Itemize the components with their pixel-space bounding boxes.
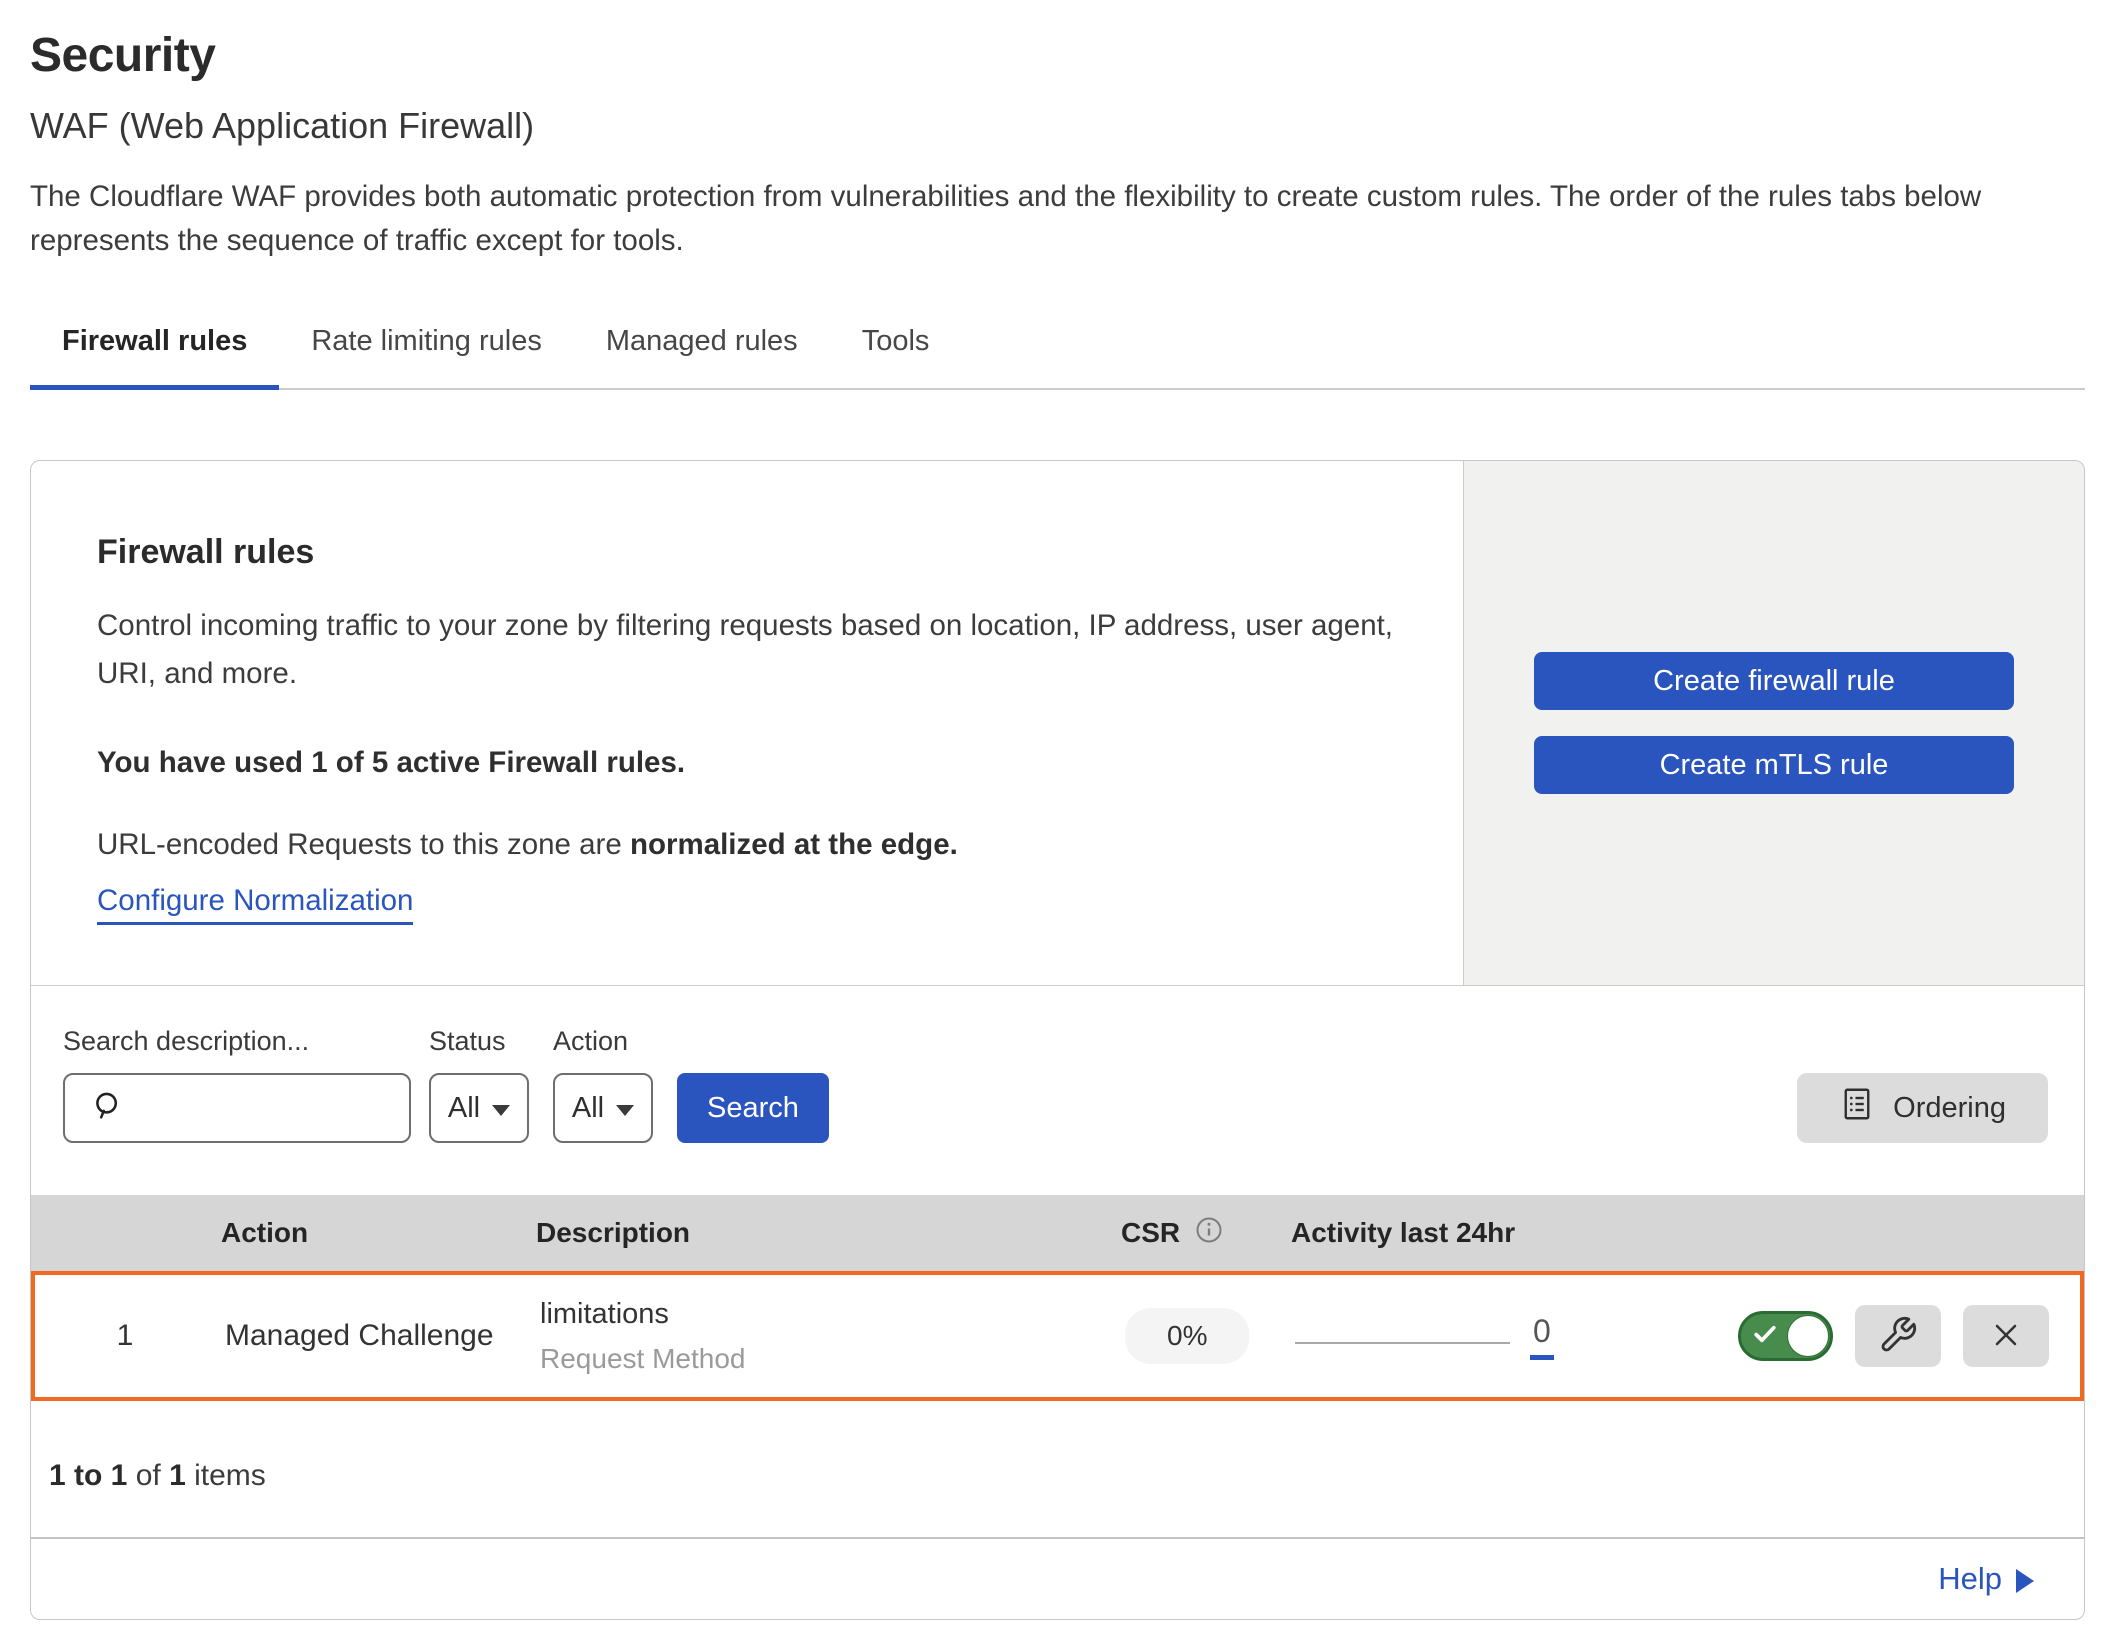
usage-counter-text: You have used 1 of 5 active Firewall rul… (97, 746, 1397, 780)
wrench-icon (1878, 1315, 1918, 1358)
normalization-bold: normalized at the edge. (630, 828, 958, 861)
chevron-down-icon (492, 1105, 510, 1116)
header-activity: Activity last 24hr (1291, 1217, 1631, 1249)
items-word: items (194, 1459, 266, 1492)
page-description: The Cloudflare WAF provides both automat… (30, 175, 2070, 263)
rule-description: limitations (540, 1298, 1125, 1331)
search-input[interactable] (139, 1092, 409, 1124)
firewall-rules-card: Firewall rules Control incoming traffic … (30, 460, 2085, 1620)
search-button[interactable]: Search (677, 1073, 829, 1143)
create-mtls-rule-button[interactable]: Create mTLS rule (1534, 736, 2014, 794)
header-description: Description (536, 1217, 1121, 1249)
security-waf-page: Security WAF (Web Application Firewall) … (0, 0, 2114, 1620)
configure-normalization-link[interactable]: Configure Normalization (97, 884, 413, 925)
help-link[interactable]: Help (1938, 1561, 2034, 1597)
activity-sparkline (1295, 1342, 1510, 1344)
action-field-group: Action All (553, 1026, 653, 1143)
items-total: 1 (169, 1459, 186, 1492)
ordering-list-icon (1839, 1086, 1875, 1130)
action-select-value: All (572, 1092, 604, 1125)
check-icon (1750, 1319, 1780, 1354)
ordering-button[interactable]: Ordering (1797, 1073, 2048, 1143)
rule-action: Managed Challenge (225, 1319, 540, 1353)
items-range: 1 to 1 (49, 1459, 127, 1492)
firewall-rules-summary-section: Firewall rules Control incoming traffic … (31, 461, 2084, 986)
edit-rule-button[interactable] (1855, 1305, 1941, 1367)
card-help-row: Help (31, 1539, 2084, 1619)
tab-managed-rules[interactable]: Managed rules (574, 305, 830, 388)
header-csr: CSR (1121, 1215, 1291, 1252)
rule-description-cell: limitations Request Method (540, 1298, 1125, 1375)
action-label: Action (553, 1026, 653, 1057)
firewall-rule-row[interactable]: 1 Managed Challenge limitations Request … (31, 1271, 2084, 1401)
rule-description-sub: Request Method (540, 1343, 1125, 1375)
status-label: Status (429, 1026, 529, 1057)
rule-csr-cell: 0% (1125, 1308, 1295, 1364)
items-count-line: 1 to 1 of 1 items (31, 1401, 2084, 1537)
normalization-prefix: URL-encoded Requests to this zone are (97, 828, 630, 861)
search-label: Search description... (63, 1026, 411, 1057)
chevron-down-icon (616, 1105, 634, 1116)
page-title: Security (30, 28, 2085, 83)
status-select-value: All (448, 1092, 480, 1125)
activity-count-link[interactable]: 0 (1530, 1313, 1554, 1360)
tab-tools[interactable]: Tools (830, 305, 962, 388)
firewall-rules-summary-text: Firewall rules Control incoming traffic … (31, 461, 1463, 985)
rules-table-header: Action Description CSR Activity last 24h… (31, 1195, 2084, 1271)
header-action: Action (221, 1217, 536, 1249)
card-heading: Firewall rules (97, 533, 1397, 572)
header-csr-label: CSR (1121, 1217, 1180, 1249)
ordering-button-label: Ordering (1893, 1092, 2006, 1125)
rule-enabled-toggle[interactable] (1738, 1311, 1833, 1361)
arrow-right-icon (2016, 1569, 2034, 1593)
card-description: Control incoming traffic to your zone by… (97, 602, 1397, 698)
normalization-text: URL-encoded Requests to this zone are no… (97, 828, 1397, 862)
tab-rate-limiting-rules[interactable]: Rate limiting rules (279, 305, 573, 388)
status-select[interactable]: All (429, 1073, 529, 1143)
toggle-knob (1787, 1315, 1829, 1357)
rule-activity-cell: 0 (1295, 1313, 1635, 1360)
rule-priority: 1 (65, 1319, 185, 1353)
info-icon[interactable] (1194, 1215, 1224, 1252)
search-icon (91, 1089, 125, 1128)
help-link-label: Help (1938, 1561, 2002, 1597)
search-field-group: Search description... (63, 1026, 411, 1143)
rules-filter-bar: Search description... Status All (31, 986, 2084, 1195)
csr-badge: 0% (1125, 1308, 1249, 1364)
close-icon (1988, 1317, 2024, 1356)
rules-tab-bar: Firewall rules Rate limiting rules Manag… (30, 305, 2085, 390)
create-firewall-rule-button[interactable]: Create firewall rule (1534, 652, 2014, 710)
action-select[interactable]: All (553, 1073, 653, 1143)
rule-row-controls (1635, 1305, 2049, 1367)
delete-rule-button[interactable] (1963, 1305, 2049, 1367)
items-of: of (136, 1459, 161, 1492)
status-field-group: Status All (429, 1026, 529, 1143)
create-actions-panel: Create firewall rule Create mTLS rule (1463, 461, 2084, 985)
tab-firewall-rules[interactable]: Firewall rules (30, 305, 279, 388)
search-input-box[interactable] (63, 1073, 411, 1143)
page-subtitle: WAF (Web Application Firewall) (30, 105, 2085, 147)
